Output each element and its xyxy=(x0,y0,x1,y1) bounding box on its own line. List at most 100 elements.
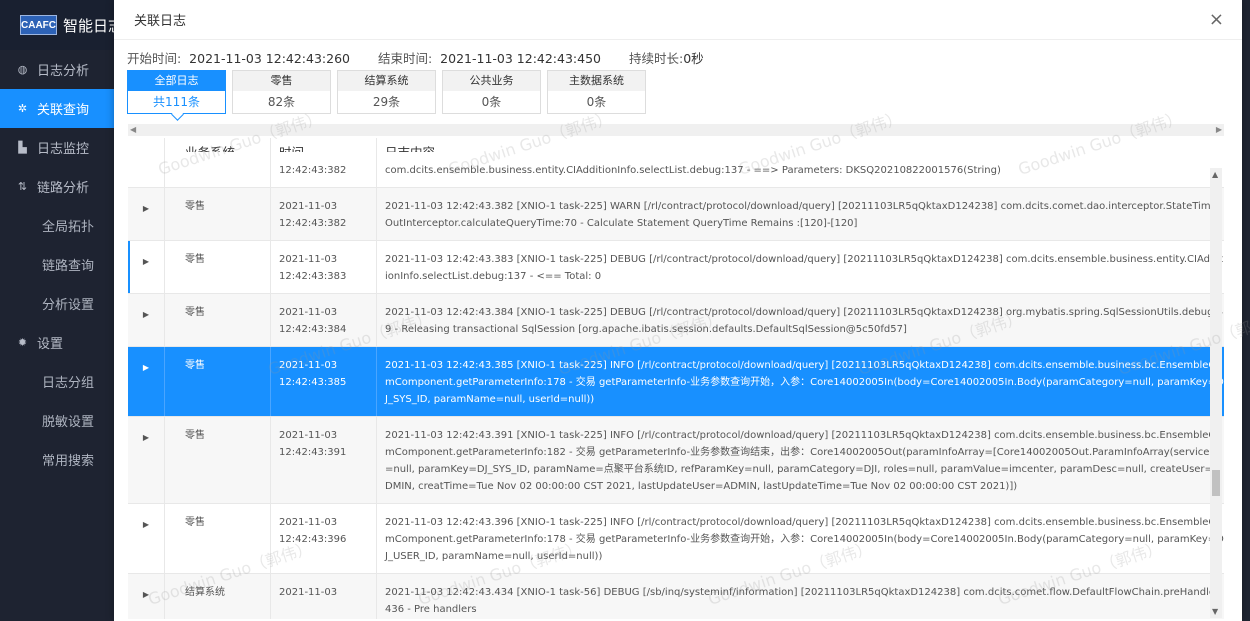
submenu-item-trace-query[interactable]: 链路查询 xyxy=(0,245,114,284)
cell-clock: 12:42:43:384 xyxy=(279,324,347,335)
menu-item-label: 日志分析 xyxy=(37,64,90,79)
submenu-item-analysis-settings[interactable]: 分析设置 xyxy=(0,284,114,323)
expand-row-icon[interactable]: ▶ xyxy=(128,294,164,346)
cell-system: 零售 xyxy=(164,241,270,293)
cell-log-content: 2021-11-03 12:42:43.385 [XNIO-1 task-225… xyxy=(376,347,1224,416)
table-row[interactable]: ▶ 零售 2021-11-03 12:42:43:383 2021-11-03 12:4… xyxy=(128,241,1224,294)
menu-item-trace-analysis[interactable]: ⇅ 链路分析 xyxy=(0,167,114,206)
table-row[interactable]: ▶ 零售 2021-11-03 12:42:43:396 2021-11-03 12:4… xyxy=(128,504,1224,574)
menu-item-settings[interactable]: ✹ 设置 xyxy=(0,323,114,362)
duration-label: 持续时长: xyxy=(629,50,684,66)
menu-item-log-analysis[interactable]: ◍ 日志分析 xyxy=(0,50,114,89)
expand-row-icon[interactable]: ▶ xyxy=(128,188,164,240)
table-row[interactable]: ▶ 零售 2021-11-03 12:42:43:391 2021-11-03 12:4… xyxy=(128,417,1224,504)
horizontal-scrollbar[interactable]: ◀ ▶ xyxy=(128,124,1224,136)
cell-date: 2021-11-03 xyxy=(279,307,338,318)
system-tabs: 全部日志 共111条 零售 82条 结算系统 29条 公共业务 0条 主数据系统… xyxy=(114,68,1242,114)
sidebar: CAAFC 智能日志 ◍ 日志分析 ✲ 关联查询 ▙ 日志监控 ⇅ 链路分析 全… xyxy=(0,0,123,621)
tab-retail[interactable]: 零售 82条 xyxy=(232,70,331,114)
menu-item-label: 链路分析 xyxy=(37,181,90,196)
cell-system: 零售 xyxy=(164,294,270,346)
table-row[interactable]: ▶ 结算系统 2021-11-03 2021-11-03 12:42:43.434 [… xyxy=(128,574,1224,619)
scroll-down-icon[interactable]: ▼ xyxy=(1212,607,1218,616)
bar-chart-icon: ▙ xyxy=(18,141,27,154)
cell-log-content: 2021-11-03 12:42:43.382 [XNIO-1 task-225… xyxy=(376,188,1224,240)
cell-date: 2021-11-03 xyxy=(279,430,338,441)
cell-log-content: 2021-11-03 12:42:43.384 [XNIO-1 task-225… xyxy=(376,294,1224,346)
vertical-scrollbar[interactable]: ▲ ▼ xyxy=(1210,168,1222,618)
cell-clock: 12:42:43:383 xyxy=(279,271,347,282)
scrollbar-thumb[interactable] xyxy=(1212,470,1220,496)
end-time-value: 2021-11-03 12:42:43:450 xyxy=(440,50,601,66)
submenu-item-saved-searches[interactable]: 常用搜索 xyxy=(0,440,114,479)
expand-row-icon[interactable]: ▶ xyxy=(128,241,164,293)
duration-value: 0秒 xyxy=(683,50,704,66)
table-row[interactable]: ▶ 零售 2021-11-03 12:42:43:384 2021-11-03 12:4… xyxy=(128,294,1224,347)
table-row[interactable]: 12:42:43:382 com.dcits.ensemble.business.… xyxy=(128,152,1224,188)
cell-log-content: 2021-11-03 12:42:43.391 [XNIO-1 task-225… xyxy=(376,417,1224,503)
start-time-label: 开始时间: xyxy=(127,50,182,66)
dialog-title: 关联日志 xyxy=(134,14,187,29)
submenu-item-log-groups[interactable]: 日志分组 xyxy=(0,362,114,401)
cell-time: 2021-11-03 xyxy=(270,574,376,619)
cell-system: 零售 xyxy=(164,188,270,240)
expand-row-icon[interactable]: ▶ xyxy=(128,417,164,503)
brand-logo: CAAFC xyxy=(20,15,57,35)
table-row[interactable]: ▶ 零售 2021-11-03 12:42:43:382 2021-11-03 12:4… xyxy=(128,188,1224,241)
tab-name: 主数据系统 xyxy=(548,71,645,91)
cell-system: 结算系统 xyxy=(164,574,270,619)
submenu-item-global-topology[interactable]: 全局拓扑 xyxy=(0,206,114,245)
start-time-value: 2021-11-03 12:42:43:260 xyxy=(189,50,350,66)
tab-count: 82条 xyxy=(267,95,296,109)
submenu-item-masking-settings[interactable]: 脱敏设置 xyxy=(0,401,114,440)
menu-item-related-query[interactable]: ✲ 关联查询 xyxy=(0,89,114,128)
scroll-right-icon[interactable]: ▶ xyxy=(1216,124,1222,136)
gear-icon: ✹ xyxy=(17,336,28,349)
tab-count: 0条 xyxy=(481,95,502,109)
cell-time: 2021-11-03 12:42:43:384 xyxy=(270,294,376,346)
cell-time: 2021-11-03 12:42:43:382 xyxy=(270,188,376,240)
cell-system xyxy=(164,152,270,187)
tab-settlement[interactable]: 结算系统 29条 xyxy=(337,70,436,114)
scroll-left-icon[interactable]: ◀ xyxy=(130,124,136,136)
cell-clock: 12:42:43:382 xyxy=(279,218,347,229)
tab-name: 公共业务 xyxy=(443,71,540,91)
expand-row-icon[interactable]: ▶ xyxy=(128,504,164,573)
cell-time: 2021-11-03 12:42:43:391 xyxy=(270,417,376,503)
dialog-header: 关联日志 × xyxy=(114,0,1242,40)
scroll-up-icon[interactable]: ▲ xyxy=(1212,170,1218,179)
cell-date: 2021-11-03 xyxy=(279,587,338,598)
expand-row-icon[interactable] xyxy=(128,152,164,187)
cell-clock: 12:42:43:391 xyxy=(279,447,347,458)
expand-row-icon[interactable]: ▶ xyxy=(128,574,164,619)
cell-date: 2021-11-03 xyxy=(279,201,338,212)
tab-public-business[interactable]: 公共业务 0条 xyxy=(442,70,541,114)
tab-count: 0条 xyxy=(586,95,607,109)
table-row[interactable]: ▶ 零售 2021-11-03 12:42:43:385 2021-11-03 12:4… xyxy=(128,347,1224,417)
trace-icon: ⇅ xyxy=(17,180,28,193)
cell-clock: 12:42:43:382 xyxy=(279,165,347,176)
link-icon: ✲ xyxy=(17,102,28,115)
close-icon[interactable]: × xyxy=(1209,10,1224,29)
cell-date: 2021-11-03 xyxy=(279,360,338,371)
tab-all-logs[interactable]: 全部日志 共111条 xyxy=(127,70,226,114)
duration: 持续时长:0秒 xyxy=(629,48,704,67)
log-table: 业务系统 时间 日志内容 12:42:43:382com.dcits.ensem… xyxy=(128,138,1224,619)
dashboard-icon: ◍ xyxy=(17,63,28,76)
table-body: 12:42:43:382 com.dcits.ensemble.business.… xyxy=(128,152,1224,619)
menu-item-label: 关联查询 xyxy=(37,103,90,118)
cell-time: 2021-11-03 12:42:43:385 xyxy=(270,347,376,416)
related-log-dialog: 关联日志 × 开始时间: 2021-11-03 12:42:43:260 结束时… xyxy=(114,0,1250,621)
time-summary: 开始时间: 2021-11-03 12:42:43:260 结束时间: 2021… xyxy=(114,40,1242,68)
menu-item-log-monitor[interactable]: ▙ 日志监控 xyxy=(0,128,114,167)
cell-system: 零售 xyxy=(164,347,270,416)
cell-log-content: 2021-11-03 12:42:43.383 [XNIO-1 task-225… xyxy=(376,241,1224,293)
tab-name: 全部日志 xyxy=(128,71,225,91)
expand-row-icon[interactable]: ▶ xyxy=(128,347,164,416)
cell-date: 2021-11-03 xyxy=(279,517,338,528)
tab-master-data[interactable]: 主数据系统 0条 xyxy=(547,70,646,114)
start-time: 开始时间: 2021-11-03 12:42:43:260 xyxy=(127,48,350,67)
cell-system: 零售 xyxy=(164,504,270,573)
cell-log-content: 2021-11-03 12:42:43.396 [XNIO-1 task-225… xyxy=(376,504,1224,573)
brand: CAAFC 智能日志 xyxy=(0,0,123,50)
